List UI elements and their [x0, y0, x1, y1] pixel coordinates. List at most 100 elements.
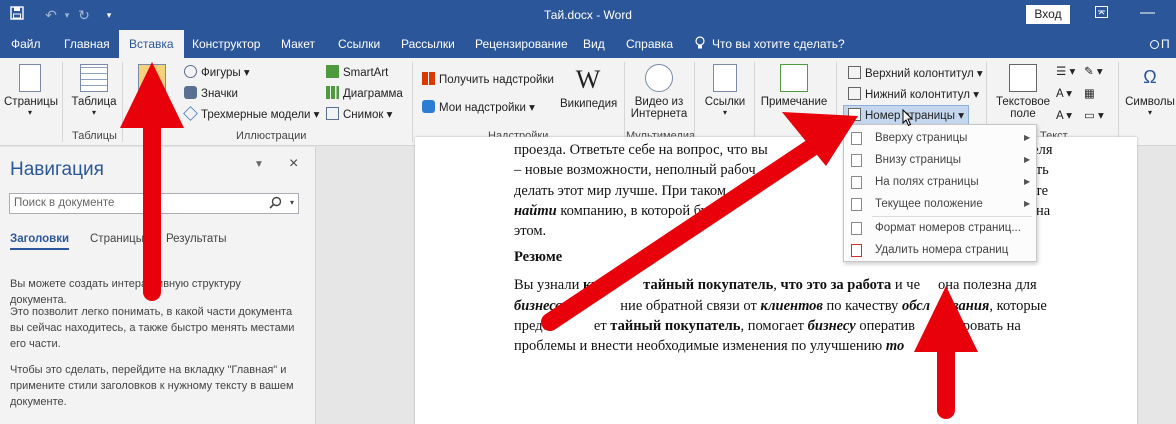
tab-mailings[interactable]: Рассылки	[401, 30, 455, 58]
tab-insert[interactable]: Вставка	[119, 30, 184, 58]
tab-layout[interactable]: Макет	[281, 30, 315, 58]
pages-button[interactable]: Страницы ▾	[4, 64, 58, 117]
my-addins-icon	[422, 100, 435, 113]
page-icon	[851, 176, 862, 189]
doc-line: бизнеса. Пние обратной связи от клиентов…	[514, 298, 1047, 314]
wordart-icon[interactable]: A ▾	[1056, 86, 1072, 100]
chart-button[interactable]: Диаграмма	[326, 86, 403, 100]
tab-pages[interactable]: Страницы	[90, 233, 144, 245]
divider	[624, 62, 625, 142]
pictures-button[interactable]	[128, 64, 176, 96]
ribbon-display-options-icon[interactable]	[1095, 6, 1108, 21]
store-icon	[422, 72, 435, 85]
links-label: Ссылки	[704, 96, 746, 108]
icons-button[interactable]: Значки	[184, 86, 238, 100]
cube-icon	[183, 106, 198, 121]
tab-design[interactable]: Конструктор	[192, 30, 260, 58]
minimize-icon[interactable]: —	[1140, 4, 1155, 21]
divider	[836, 62, 837, 142]
screenshot-button[interactable]: Снимок ▾	[326, 107, 392, 121]
quick-parts-icon[interactable]: ☰ ▾	[1056, 64, 1075, 78]
pane-options-icon[interactable]: ▼	[254, 159, 264, 170]
smartart-button[interactable]: SmartArt	[326, 65, 388, 79]
menu-item-remove-page-numbers[interactable]: Удалить номера страниц	[844, 240, 1036, 260]
lightbulb-icon	[694, 36, 706, 50]
shapes-icon	[184, 65, 197, 78]
tab-review[interactable]: Рецензирование	[475, 30, 568, 58]
omega-icon: Ω	[1143, 67, 1157, 87]
signature-icon[interactable]: ✎ ▾	[1084, 64, 1103, 78]
tell-me-search[interactable]: Что вы хотите сделать?	[712, 30, 845, 58]
drop-cap-icon[interactable]: A ▾	[1056, 108, 1072, 122]
table-button[interactable]: Таблица ▾	[70, 64, 118, 117]
search-input[interactable]: Поиск в документе ▾	[9, 193, 299, 214]
tab-file[interactable]: Файл	[11, 30, 41, 58]
get-addins-button[interactable]: Получить надстройки	[422, 72, 554, 86]
chevron-right-icon: ▶	[1024, 133, 1031, 142]
chevron-down-icon: ▾	[722, 108, 727, 117]
tab-view[interactable]: Вид	[583, 30, 605, 58]
3d-models-button[interactable]: Трехмерные модели ▾	[183, 106, 319, 121]
symbols-button[interactable]: Ω Символы ▾	[1124, 64, 1176, 117]
smartart-icon	[326, 65, 339, 78]
shapes-button[interactable]: Фигуры ▾	[184, 65, 250, 79]
remove-icon	[851, 244, 862, 257]
close-icon[interactable]: ×	[289, 155, 298, 173]
my-addins-label: Мои надстройки	[439, 102, 526, 114]
table-label: Таблица	[71, 96, 117, 108]
online-video-label-2: Интернета	[630, 108, 688, 120]
divider	[122, 62, 123, 142]
online-video-label-1: Видео из	[634, 96, 684, 108]
cursor-icon	[902, 109, 914, 127]
pictures-icon	[138, 64, 166, 92]
text-box-button[interactable]: Текстовое поле	[994, 64, 1052, 120]
chevron-down-icon[interactable]: ▾	[290, 198, 294, 207]
object-icon[interactable]: ▭ ▾	[1084, 108, 1104, 122]
tab-home[interactable]: Главная	[64, 30, 110, 58]
footer-icon	[848, 87, 861, 100]
navigation-title: Навигация	[10, 159, 104, 180]
chevron-down-icon: ▾	[1147, 108, 1152, 117]
header-button[interactable]: Верхний колонтитул ▾	[848, 66, 983, 80]
illustrations-group-label: Иллюстрации	[236, 130, 307, 142]
search-placeholder: Поиск в документе	[14, 197, 115, 209]
date-time-icon[interactable]: ▦	[1084, 86, 1095, 100]
text-box-label-1: Текстовое	[996, 96, 1050, 108]
share-button[interactable]: П	[1150, 30, 1170, 58]
title-bar: ↶ ▾ ↻ ▾ Тай.docx - Word Вход —	[0, 0, 1176, 30]
icons-icon	[184, 86, 197, 99]
online-video-icon	[645, 64, 673, 92]
links-button[interactable]: Ссылки ▾	[700, 64, 750, 117]
screenshot-icon	[326, 107, 339, 120]
nav-help-text-3: Чтобы это сделать, перейдите на вкладку …	[10, 364, 294, 408]
online-video-button[interactable]: Видео из Интернета	[628, 64, 690, 120]
my-addins-button[interactable]: Мои надстройки ▾	[422, 100, 535, 114]
page-icon	[851, 154, 862, 167]
search-icon[interactable]	[269, 196, 282, 212]
get-addins-label: Получить надстройки	[439, 74, 554, 86]
comment-label: Примечание	[760, 96, 828, 108]
menu-item-current-position[interactable]: Текущее положение ▶	[844, 194, 1036, 214]
tab-references[interactable]: Ссылки	[338, 30, 380, 58]
menu-item-page-margins[interactable]: На полях страницы ▶	[844, 172, 1036, 192]
menu-item-format-page-numbers[interactable]: Формат номеров страниц...	[844, 218, 1036, 238]
link-icon	[713, 64, 737, 92]
chevron-right-icon: ▶	[1024, 199, 1031, 208]
tab-results[interactable]: Результаты	[166, 233, 227, 245]
page-icon	[851, 198, 862, 211]
wikipedia-label: Википедия	[560, 98, 618, 110]
nav-help-text-2: Это позволит легко понимать, в какой час…	[10, 306, 295, 350]
document-area[interactable]: проезда. Ответьте себе на вопрос, что вы…	[317, 137, 1176, 424]
menu-separator	[872, 216, 1032, 217]
tab-help[interactable]: Справка	[626, 30, 673, 58]
comment-button[interactable]: Примечание	[758, 64, 830, 108]
wikipedia-button[interactable]: W Википедия	[560, 64, 618, 110]
menu-item-bottom-of-page[interactable]: Внизу страницы ▶	[844, 150, 1036, 170]
table-icon	[80, 64, 108, 92]
menu-item-top-of-page[interactable]: Вверху страницы ▶	[844, 128, 1036, 148]
sign-in-button[interactable]: Вход	[1026, 5, 1070, 24]
tab-headings[interactable]: Заголовки	[10, 233, 70, 250]
header-icon	[848, 66, 861, 79]
footer-button[interactable]: Нижний колонтитул ▾	[848, 87, 979, 101]
footer-label: Нижний колонтитул	[865, 89, 970, 101]
